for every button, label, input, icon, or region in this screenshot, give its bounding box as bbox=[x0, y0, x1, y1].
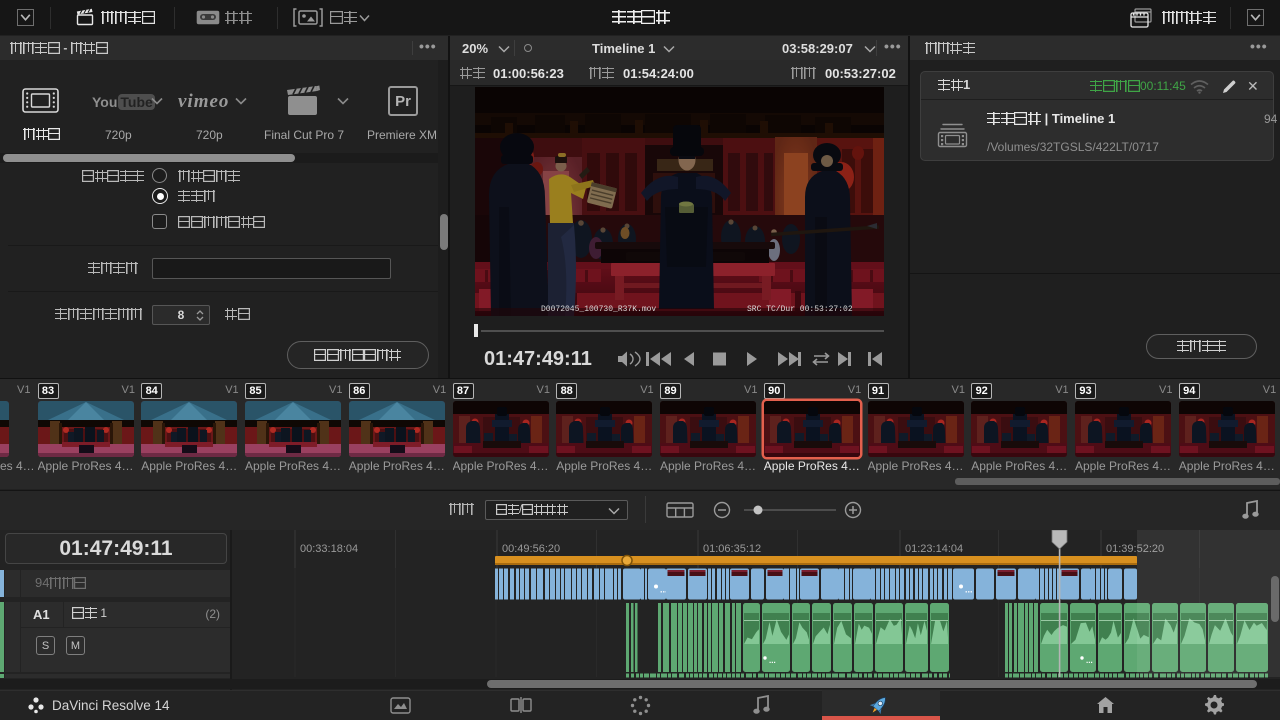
svg-text:...: ... bbox=[1086, 656, 1093, 665]
svg-text:00:33:18:04: 00:33:18:04 bbox=[300, 543, 358, 555]
svg-text:...: ... bbox=[965, 585, 973, 595]
svg-text:00:49:56:20: 00:49:56:20 bbox=[502, 543, 560, 555]
svg-text:01:23:14:04: 01:23:14:04 bbox=[905, 543, 963, 555]
svg-text:SRC TC/Dur 00:53:27:02: SRC TC/Dur 00:53:27:02 bbox=[747, 305, 853, 314]
svg-text:D0072045_100730_R37K.mov: D0072045_100730_R37K.mov bbox=[541, 305, 656, 314]
svg-text:01:06:35:12: 01:06:35:12 bbox=[703, 543, 761, 555]
svg-text:...: ... bbox=[769, 656, 776, 665]
